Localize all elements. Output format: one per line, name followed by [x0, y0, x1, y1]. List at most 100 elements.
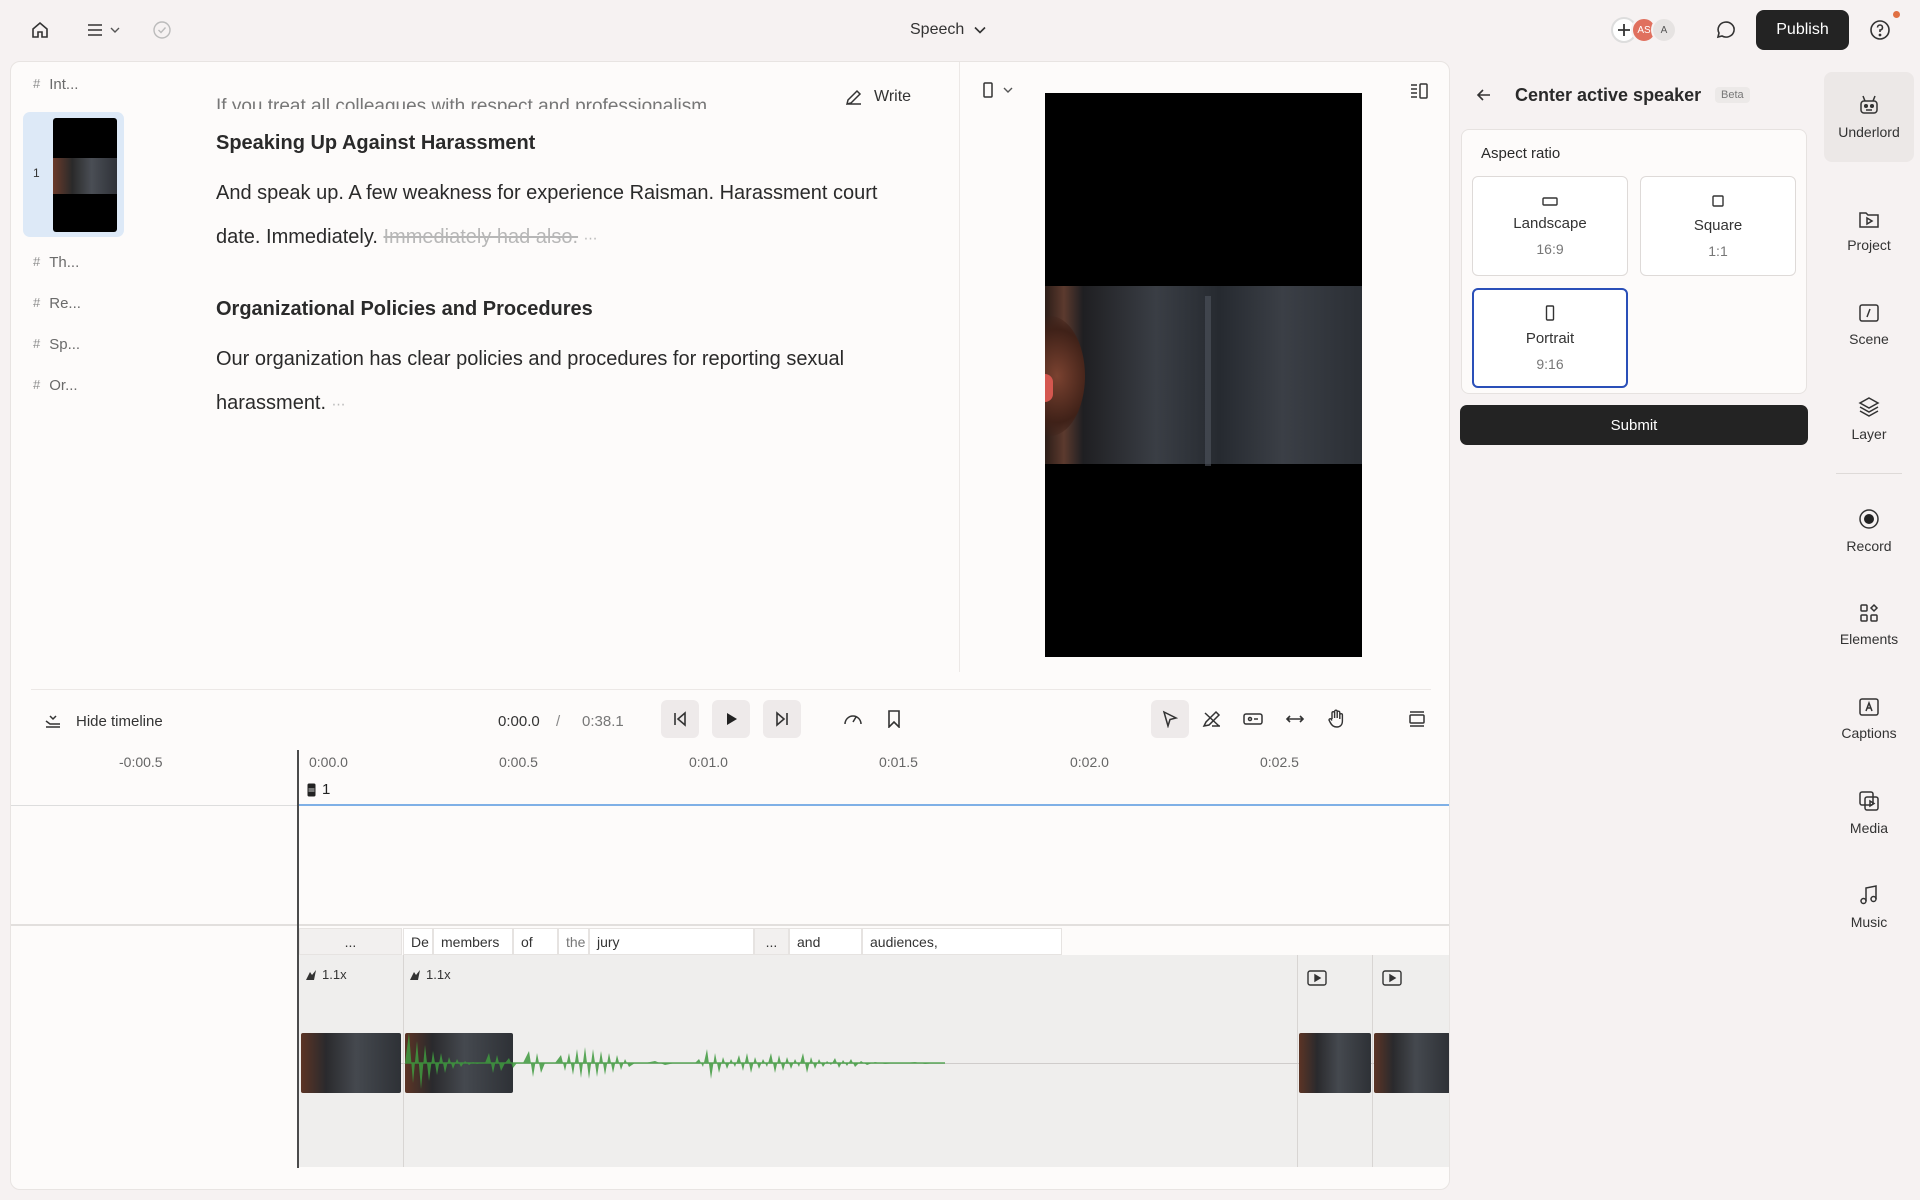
word-chip[interactable]: and: [789, 928, 862, 955]
video-preview[interactable]: [1045, 93, 1362, 657]
rail-label: Captions: [1841, 725, 1897, 741]
submit-button[interactable]: Submit: [1460, 405, 1808, 445]
landscape-icon: [1542, 196, 1558, 206]
rail-item-underlord[interactable]: Underlord: [1824, 72, 1914, 162]
blade-tool-button[interactable]: [1193, 700, 1231, 738]
scene-icon: [1859, 304, 1879, 322]
menu-icon: [88, 24, 102, 36]
write-button[interactable]: Write: [844, 82, 911, 112]
word-chip[interactable]: ...: [754, 928, 789, 955]
word-chip[interactable]: members: [433, 928, 513, 955]
cursor-icon: [1162, 710, 1178, 728]
plus-icon: [1618, 24, 1630, 36]
project-title: Speech: [910, 21, 965, 38]
gap-marker[interactable]: ⋯: [584, 230, 599, 246]
project-icon: [1859, 212, 1879, 228]
ruler-tick: 0:01.5: [879, 754, 918, 770]
hand-tool-button[interactable]: [1317, 700, 1355, 738]
aspect-option-ratio: 16:9: [1536, 240, 1564, 257]
script-heading[interactable]: Speaking Up Against Harassment: [216, 132, 535, 155]
skip-forward-icon: [776, 711, 788, 727]
word-chip[interactable]: of: [513, 928, 558, 955]
menu-button[interactable]: [80, 16, 126, 44]
script-text[interactable]: Our organization has clear policies and …: [216, 348, 844, 414]
outline-item[interactable]: # Int...: [33, 76, 78, 93]
help-button[interactable]: [1866, 16, 1894, 44]
comments-button[interactable]: [1711, 16, 1739, 44]
stretch-tool-button[interactable]: [1276, 700, 1314, 738]
aspect-option-name: Square: [1693, 216, 1743, 234]
gap-marker[interactable]: ⋯: [332, 396, 347, 412]
play-button[interactable]: [712, 700, 750, 738]
rail-item-elements[interactable]: Elements: [1824, 580, 1914, 670]
outline-item[interactable]: # Th...: [33, 254, 79, 271]
scene-thumbnail-card[interactable]: 1: [23, 112, 124, 237]
rail-item-music[interactable]: Music: [1824, 862, 1914, 952]
rail-label: Music: [1850, 914, 1888, 930]
script-paragraph[interactable]: Our organization has clear policies and …: [216, 337, 916, 426]
elements-icon: [1860, 603, 1879, 622]
speed-button[interactable]: [834, 700, 872, 738]
skip-back-button[interactable]: [661, 700, 699, 738]
timeline-view-button[interactable]: [1398, 700, 1436, 738]
script-line[interactable]: If you treat all colleagues with respect…: [216, 94, 712, 109]
word-chip[interactable]: jury: [589, 928, 754, 955]
rail-item-captions[interactable]: Captions: [1824, 674, 1914, 764]
rail-label: Project: [1847, 237, 1891, 253]
rail-item-record[interactable]: Record: [1824, 486, 1914, 576]
chevron-down-icon: [974, 26, 986, 34]
hide-timeline-button[interactable]: Hide timeline: [44, 706, 163, 736]
word-chip[interactable]: the: [558, 928, 589, 955]
ruler-tick: 0:00.0: [309, 754, 348, 770]
ripple-tool-button[interactable]: [1234, 700, 1272, 738]
avatar[interactable]: A: [1651, 17, 1677, 43]
clip-thumbnail: [1299, 1033, 1371, 1093]
script-heading[interactable]: Organizational Policies and Procedures: [216, 298, 593, 321]
arrow-left-icon: [1476, 89, 1490, 101]
word-chip[interactable]: ...: [299, 928, 402, 955]
home-icon: [32, 21, 48, 38]
outline-item[interactable]: # Sp...: [33, 336, 80, 353]
collaborators[interactable]: AS A: [1611, 15, 1677, 45]
aspect-option-landscape[interactable]: Landscape 16:9: [1472, 176, 1628, 276]
script-paragraph[interactable]: And speak up. A few weakness for experie…: [216, 171, 916, 260]
toggle-panel-button[interactable]: [1409, 82, 1429, 100]
outline-item[interactable]: # Or...: [33, 377, 78, 394]
ruler-tick: 0:02.0: [1070, 754, 1109, 770]
scene-marker[interactable]: 1: [307, 781, 330, 798]
layout-dropdown[interactable]: [983, 82, 1013, 98]
rail-item-project[interactable]: Project: [1824, 186, 1914, 276]
video-clip-icon[interactable]: [1382, 970, 1402, 986]
time-separator: /: [556, 713, 561, 730]
video-clip-icon[interactable]: [1307, 970, 1327, 986]
aspect-option-portrait[interactable]: Portrait 9:16: [1472, 288, 1628, 388]
word-chip[interactable]: audiences,: [862, 928, 1062, 955]
playhead[interactable]: [297, 750, 299, 1168]
aspect-option-ratio: 1:1: [1708, 242, 1728, 259]
scene-portrait-icon: [307, 783, 316, 796]
ruler-tick: 0:02.5: [1260, 754, 1299, 770]
rail-item-layer[interactable]: Layer: [1824, 374, 1914, 464]
clip-speed-badge[interactable]: 1.1x: [409, 967, 451, 982]
rail-item-scene[interactable]: Scene: [1824, 280, 1914, 370]
home-button[interactable]: [24, 16, 56, 44]
media-icon: [1859, 791, 1879, 811]
back-button[interactable]: [1474, 85, 1494, 105]
clip-speed-badge[interactable]: 1.1x: [305, 967, 347, 982]
clip-boundary[interactable]: [1372, 955, 1373, 1167]
aspect-option-square[interactable]: Square 1:1: [1640, 176, 1796, 276]
publish-button[interactable]: Publish: [1756, 10, 1849, 50]
clip-boundary[interactable]: [403, 955, 404, 1167]
select-tool-button[interactable]: [1151, 700, 1189, 738]
outline-item[interactable]: # Re...: [33, 295, 81, 312]
bookmark-button[interactable]: [875, 700, 913, 738]
word-chip[interactable]: De: [403, 928, 433, 955]
outline-item-label: Int...: [49, 76, 79, 93]
clip-boundary[interactable]: [1297, 955, 1298, 1167]
project-title-dropdown[interactable]: Speech: [910, 14, 986, 46]
editor-card: # Int... 1 # Th... # Re... # Sp... # Or.…: [10, 61, 1450, 1190]
skip-forward-button[interactable]: [763, 700, 801, 738]
struck-text[interactable]: Immediately had also.: [384, 226, 579, 248]
rail-item-media[interactable]: Media: [1824, 768, 1914, 858]
hash-icon: #: [33, 76, 41, 91]
